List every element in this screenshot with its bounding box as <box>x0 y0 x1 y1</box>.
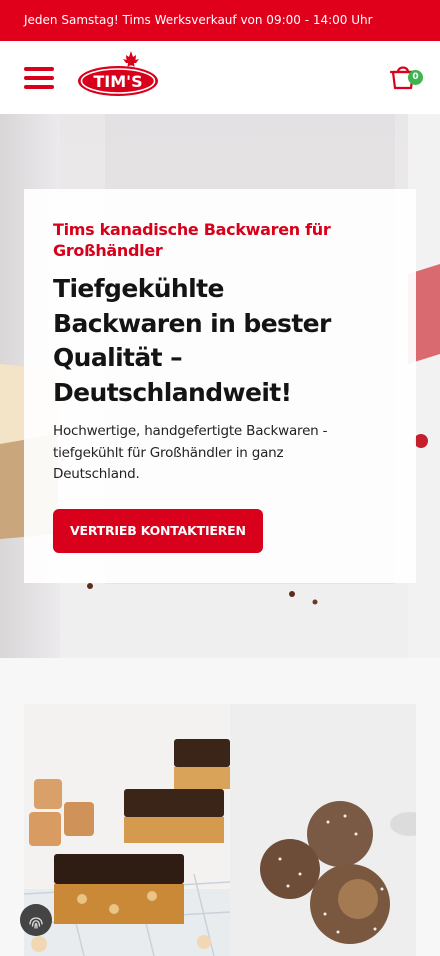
fingerprint-icon[interactable] <box>20 904 52 936</box>
caramel-chocolate-bars-photo <box>24 704 230 956</box>
product-gallery <box>24 704 416 956</box>
product-image-coconut-balls[interactable] <box>230 704 416 956</box>
logo-text: TIM'S <box>93 72 142 91</box>
hero-section: Tims kanadische Backwaren für Großhändle… <box>0 114 440 658</box>
tims-logo[interactable]: TIM'S <box>76 50 160 100</box>
hamburger-menu-icon[interactable] <box>24 65 54 91</box>
coconut-energy-balls-photo <box>230 704 416 956</box>
cart-button[interactable]: 0 <box>388 61 426 95</box>
contact-sales-button[interactable]: VERTRIEB KONTAKTIEREN <box>53 508 263 553</box>
product-image-caramel-bars[interactable] <box>24 704 230 956</box>
announcement-text: Jeden Samstag! Tims Werksverkauf von 09:… <box>24 13 373 27</box>
hero-eyebrow: Tims kanadische Backwaren für Großhändle… <box>53 220 331 260</box>
hero-card: Tims kanadische Backwaren für Großhändle… <box>24 189 416 583</box>
announcement-bar: Jeden Samstag! Tims Werksverkauf von 09:… <box>0 0 440 41</box>
cart-count-badge: 0 <box>408 70 423 85</box>
hero-headline: Tiefgekühlte Backwaren in bester Qualitä… <box>53 274 331 407</box>
hero-description: Hochwertige, handgefertigte Backwaren - … <box>53 423 328 482</box>
site-header: TIM'S 0 <box>0 41 440 114</box>
